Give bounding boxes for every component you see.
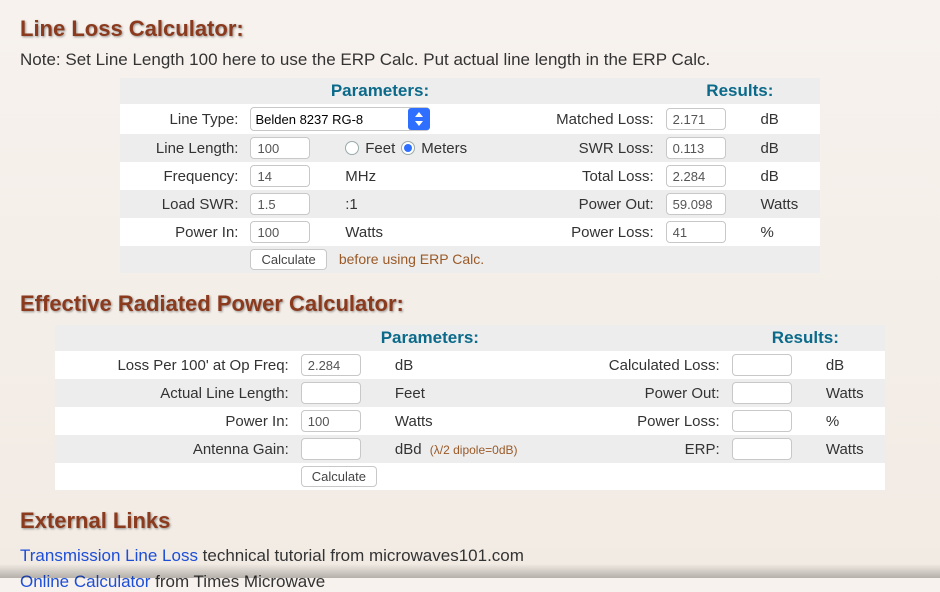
matched-loss-output[interactable] [666, 108, 726, 130]
link1-rest: technical tutorial from microwaves101.co… [198, 546, 524, 565]
meters-radio[interactable] [401, 141, 415, 155]
erp-power-out-output[interactable] [732, 382, 792, 404]
erp-label-power-in: Power In: [55, 407, 295, 435]
ll-unit-watts2: Watts [339, 218, 515, 246]
antenna-gain-input[interactable] [301, 438, 361, 460]
erp-unit-db1: dB [389, 351, 565, 379]
external-links-title: External Links [20, 508, 920, 534]
actual-length-input[interactable] [301, 382, 361, 404]
power-loss-output[interactable] [666, 221, 726, 243]
ll-label-power-loss: Power Loss: [515, 218, 659, 246]
ll-unit-db1: dB [754, 104, 820, 134]
line-length-input[interactable] [250, 137, 310, 159]
power-in-input[interactable] [250, 221, 310, 243]
erp-output[interactable] [732, 438, 792, 460]
ll-unit-percent: % [754, 218, 820, 246]
feet-radio-label: Feet [365, 140, 395, 157]
ll-calculate-button[interactable]: Calculate [250, 249, 326, 270]
ll-calc-note: before using ERP Calc. [339, 251, 484, 267]
ll-params-header: Parameters: [244, 78, 515, 104]
erp-label-actual-length: Actual Line Length: [55, 379, 295, 407]
erp-label-loss-per100: Loss Per 100' at Op Freq: [55, 351, 295, 379]
ll-unit-mhz: MHz [339, 162, 515, 190]
external-links-section: Transmission Line Loss technical tutoria… [20, 546, 920, 592]
ll-unit-watts1: Watts [754, 190, 820, 218]
ll-unit-db3: dB [754, 162, 820, 190]
erp-label-antenna-gain: Antenna Gain: [55, 435, 295, 463]
ll-label-matched-loss: Matched Loss: [515, 104, 659, 134]
erp-unit-watts3: Watts [820, 435, 885, 463]
erp-unit-percent: % [820, 407, 885, 435]
ll-unit-db2: dB [754, 134, 820, 162]
ll-label-frequency: Frequency: [120, 162, 244, 190]
total-loss-output[interactable] [666, 165, 726, 187]
erp-label-erp: ERP: [565, 435, 726, 463]
dipole-note: (λ/2 dipole=0dB) [430, 443, 518, 457]
line-loss-table: Parameters: Results: Line Type: Belden 8… [120, 78, 820, 273]
ll-label-total-loss: Total Loss: [515, 162, 659, 190]
erp-label-power-loss: Power Loss: [565, 407, 726, 435]
link2-rest: from Times Microwave [150, 572, 325, 591]
erp-unit-watts1: Watts [820, 379, 885, 407]
ll-label-load-swr: Load SWR: [120, 190, 244, 218]
erp-label-power-out: Power Out: [565, 379, 726, 407]
erp-title: Effective Radiated Power Calculator: [20, 291, 920, 317]
erp-unit-dbd: dBd [395, 441, 422, 458]
line-loss-note: Note: Set Line Length 100 here to use th… [20, 50, 920, 70]
ll-unit-colon1: :1 [339, 190, 515, 218]
erp-power-in-input[interactable] [301, 410, 361, 432]
ll-results-header: Results: [660, 78, 820, 104]
load-swr-input[interactable] [250, 193, 310, 215]
ll-label-line-length: Line Length: [120, 134, 244, 162]
erp-table: Parameters: Results: Loss Per 100' at Op… [55, 325, 885, 490]
erp-calculate-button[interactable]: Calculate [301, 466, 377, 487]
erp-label-calculated-loss: Calculated Loss: [565, 351, 726, 379]
ll-label-power-in: Power In: [120, 218, 244, 246]
link-transmission-line-loss[interactable]: Transmission Line Loss [20, 546, 198, 565]
calculated-loss-output[interactable] [732, 354, 792, 376]
erp-params-header: Parameters: [295, 325, 565, 351]
swr-loss-output[interactable] [666, 137, 726, 159]
erp-unit-watts2: Watts [389, 407, 565, 435]
erp-power-loss-output[interactable] [732, 410, 792, 432]
erp-unit-db2: dB [820, 351, 885, 379]
erp-results-header: Results: [726, 325, 885, 351]
ll-label-swr-loss: SWR Loss: [515, 134, 659, 162]
power-out-output[interactable] [666, 193, 726, 215]
loss-per100-input[interactable] [301, 354, 361, 376]
meters-radio-label: Meters [421, 140, 467, 157]
line-type-select[interactable]: Belden 8237 RG-8 [250, 107, 430, 131]
frequency-input[interactable] [250, 165, 310, 187]
ll-label-power-out: Power Out: [515, 190, 659, 218]
line-loss-title: Line Loss Calculator: [20, 16, 920, 42]
feet-radio[interactable] [345, 141, 359, 155]
ll-label-line-type: Line Type: [120, 104, 244, 134]
link-online-calculator[interactable]: Online Calculator [20, 572, 150, 591]
erp-unit-feet: Feet [389, 379, 565, 407]
